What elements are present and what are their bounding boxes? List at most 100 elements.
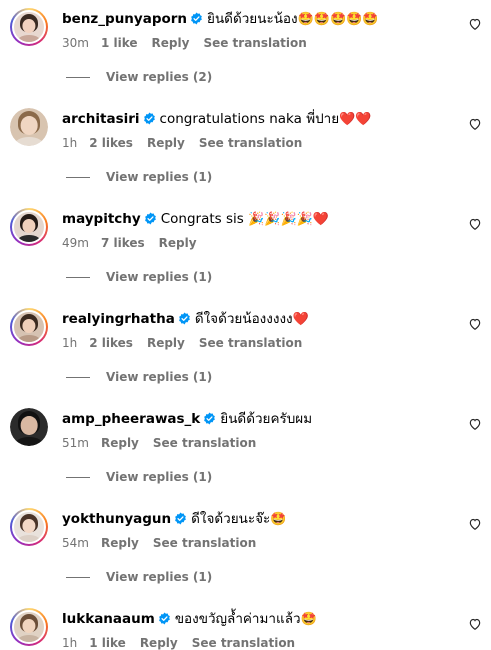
reply-button[interactable]: Reply: [147, 336, 185, 350]
heart-outline-icon[interactable]: [468, 117, 482, 131]
view-replies-button[interactable]: View replies (1): [66, 270, 212, 284]
view-replies-label: View replies (1): [106, 470, 213, 484]
username[interactable]: amp_pheerawas_k: [62, 411, 200, 427]
heart-outline-icon[interactable]: [468, 217, 482, 231]
replies-divider: [66, 577, 90, 578]
avatar[interactable]: [10, 308, 48, 346]
username[interactable]: maypitchy: [62, 211, 141, 227]
comment-emojis: ❤️❤️: [339, 112, 372, 127]
verified-badge-icon: [158, 612, 170, 625]
verified-badge-icon: [143, 112, 155, 125]
replies-divider: [66, 477, 90, 478]
likes-count[interactable]: 1 like: [89, 636, 126, 650]
timestamp: 1h: [62, 336, 78, 350]
heart-outline-icon[interactable]: [468, 317, 482, 331]
verified-badge-icon: [204, 412, 216, 425]
comments-list: benz_punyaporn ยินดีด้วยนะน้อง🤩🤩🤩🤩🤩 30m 1 …: [0, 0, 491, 650]
heart-outline-icon[interactable]: [468, 417, 482, 431]
reply-button[interactable]: Reply: [147, 136, 185, 150]
username[interactable]: realyingrhatha: [62, 311, 175, 327]
timestamp: 54m: [62, 536, 89, 550]
reply-button[interactable]: Reply: [101, 436, 139, 450]
avatar[interactable]: [10, 508, 48, 546]
comment-line: lukkanaaum ของขวัญล้ำค่ามาแล้ว🤩: [62, 610, 451, 629]
comment-meta: 1h 1 like Reply See translation: [62, 636, 309, 650]
timestamp: 1h: [62, 636, 78, 650]
username[interactable]: lukkanaaum: [62, 611, 155, 627]
timestamp: 30m: [62, 36, 89, 50]
comment-meta: 1h 2 likes Reply See translation: [62, 336, 316, 350]
likes-count[interactable]: 2 likes: [89, 136, 133, 150]
comment-meta: 1h 2 likes Reply See translation: [62, 136, 316, 150]
comment-line: maypitchy Congrats sis 🎉🎉🎉🎉❤️: [62, 210, 451, 229]
avatar[interactable]: [10, 608, 48, 646]
avatar[interactable]: [10, 408, 48, 446]
view-replies-label: View replies (2): [106, 70, 213, 84]
comment-emojis: ❤️: [292, 312, 309, 327]
replies-divider: [66, 377, 90, 378]
view-replies-label: View replies (1): [106, 270, 213, 284]
comment-line: architasiri congratulations naka พี่ปาย❤️…: [62, 110, 451, 129]
view-replies-button[interactable]: View replies (1): [66, 170, 212, 184]
avatar[interactable]: [10, 208, 48, 246]
comment-item: lukkanaaum ของขวัญล้ำค่ามาแล้ว🤩 1h 1 like R…: [0, 600, 491, 650]
reply-button[interactable]: Reply: [101, 536, 139, 550]
comment-emojis: 🤩: [300, 612, 317, 627]
avatar[interactable]: [10, 8, 48, 46]
view-replies-label: View replies (1): [106, 370, 213, 384]
verified-badge-icon: [191, 12, 202, 25]
heart-outline-icon[interactable]: [468, 17, 482, 31]
reply-button[interactable]: Reply: [159, 236, 197, 250]
view-replies-button[interactable]: View replies (1): [66, 470, 212, 484]
replies-divider: [66, 77, 90, 78]
view-replies-label: View replies (1): [106, 170, 213, 184]
comment-text: ยินดีด้วยครับผม: [220, 411, 313, 427]
comment-text: ดีใจด้วยนะจ๊ะ: [191, 511, 271, 527]
view-replies-label: View replies (1): [106, 570, 213, 584]
comment-line: benz_punyaporn ยินดีด้วยนะน้อง🤩🤩🤩🤩🤩: [62, 10, 451, 29]
comment-line: amp_pheerawas_k ยินดีด้วยครับผม: [62, 410, 451, 428]
view-replies-button[interactable]: View replies (2): [66, 70, 212, 84]
view-replies-button[interactable]: View replies (1): [66, 570, 212, 584]
heart-outline-icon[interactable]: [468, 617, 482, 631]
comment-item: realyingrhatha ดีใจด้วยน้องงงงง❤️ 1h 2 lik…: [0, 300, 491, 400]
comment-meta: 51m Reply See translation: [62, 436, 270, 450]
comment-emojis: 🤩🤩🤩🤩🤩: [297, 12, 379, 27]
comment-item: yokthunyagun ดีใจด้วยนะจ๊ะ🤩 54m Reply See t…: [0, 500, 491, 600]
comment-line: yokthunyagun ดีใจด้วยนะจ๊ะ🤩: [62, 510, 451, 529]
view-replies-button[interactable]: View replies (1): [66, 370, 212, 384]
see-translation-button[interactable]: See translation: [199, 336, 302, 350]
see-translation-button[interactable]: See translation: [192, 636, 295, 650]
comment-text: ดีใจด้วยน้องงงงง: [194, 311, 293, 327]
comment-emojis: 🎉🎉🎉🎉❤️: [248, 212, 330, 227]
comment-item: architasiri congratulations naka พี่ปาย❤️…: [0, 100, 491, 200]
timestamp: 1h: [62, 136, 78, 150]
comment-emojis: 🤩: [270, 512, 287, 527]
username[interactable]: architasiri: [62, 111, 140, 127]
see-translation-button[interactable]: See translation: [153, 536, 256, 550]
see-translation-button[interactable]: See translation: [199, 136, 302, 150]
see-translation-button[interactable]: See translation: [153, 436, 256, 450]
avatar[interactable]: [10, 108, 48, 146]
comment-line: realyingrhatha ดีใจด้วยน้องงงงง❤️: [62, 310, 451, 329]
comment-meta: 30m 1 like Reply See translation: [62, 36, 321, 50]
username[interactable]: benz_punyaporn: [62, 11, 187, 27]
comment-text: ของขวัญล้ำค่ามาแล้ว: [174, 611, 301, 627]
comment-text: ยินดีด้วยนะน้อง: [207, 11, 298, 27]
comment-meta: 49m 7 likes Reply: [62, 236, 211, 250]
reply-button[interactable]: Reply: [140, 636, 178, 650]
reply-button[interactable]: Reply: [152, 36, 190, 50]
comment-item: maypitchy Congrats sis 🎉🎉🎉🎉❤️ 49m 7 likes R…: [0, 200, 491, 300]
replies-divider: [66, 177, 90, 178]
likes-count[interactable]: 7 likes: [101, 236, 145, 250]
likes-count[interactable]: 1 like: [101, 36, 138, 50]
heart-outline-icon[interactable]: [468, 517, 482, 531]
verified-badge-icon: [178, 312, 190, 325]
see-translation-button[interactable]: See translation: [203, 36, 306, 50]
comment-item: benz_punyaporn ยินดีด้วยนะน้อง🤩🤩🤩🤩🤩 30m 1 …: [0, 0, 491, 100]
comment-text: Congrats sis: [160, 211, 244, 227]
comment-item: amp_pheerawas_k ยินดีด้วยครับผม 51m Reply S…: [0, 400, 491, 500]
timestamp: 49m: [62, 236, 89, 250]
username[interactable]: yokthunyagun: [62, 511, 171, 527]
likes-count[interactable]: 2 likes: [89, 336, 133, 350]
